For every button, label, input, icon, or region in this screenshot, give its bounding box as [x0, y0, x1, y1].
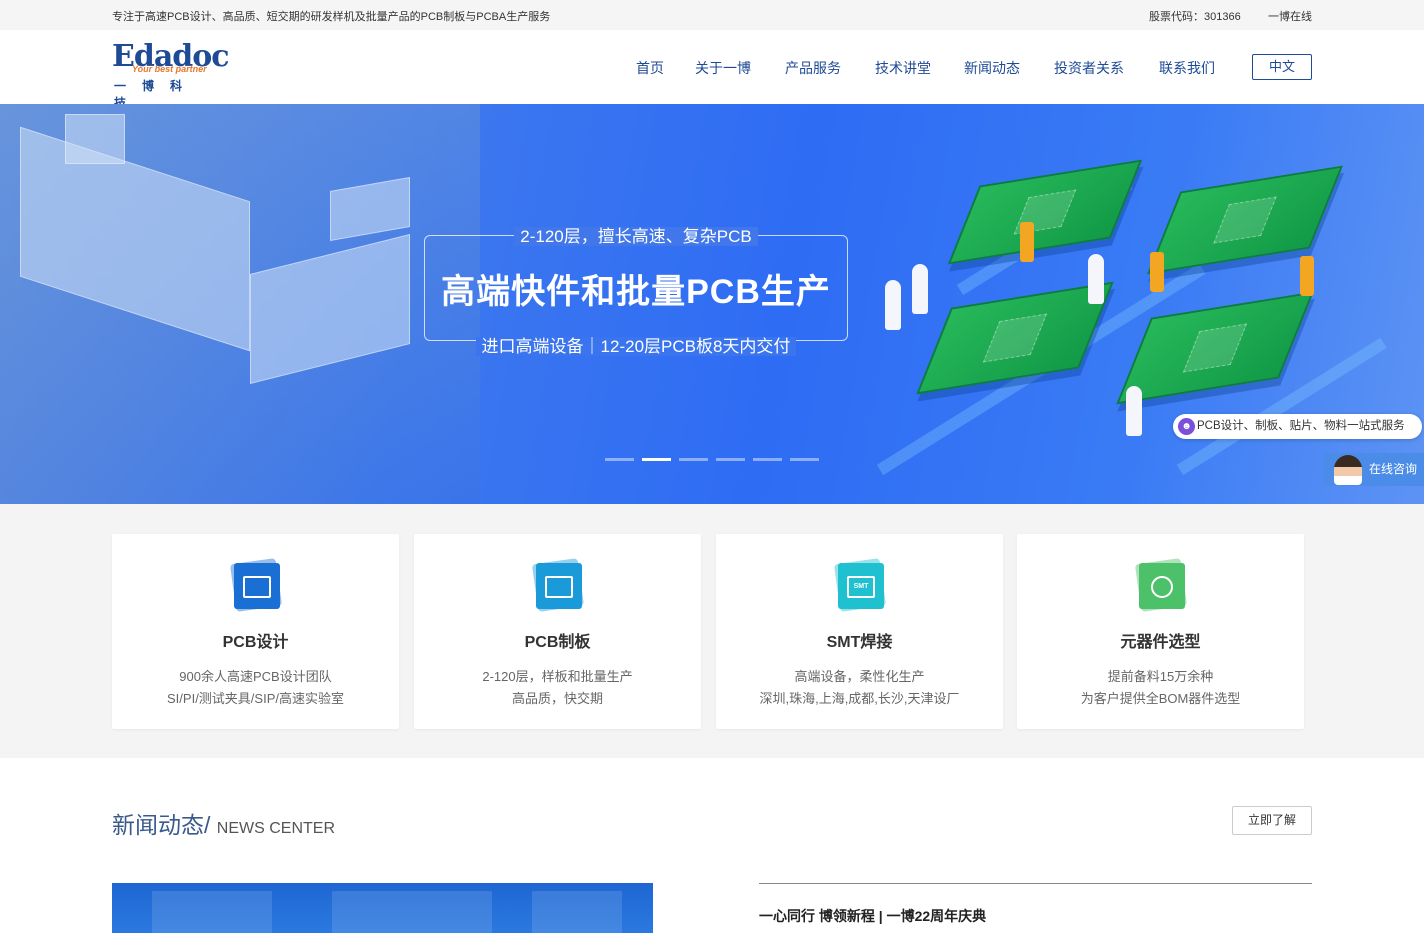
nav-about[interactable]: 关于一博 [695, 58, 751, 78]
pcb-board-graphic [916, 281, 1114, 395]
carousel-dot[interactable] [716, 458, 745, 461]
service-title: 元器件选型 [1120, 634, 1201, 651]
site-header: Edadoc Your best partner 一博科技 首页 关于一博 产品… [0, 30, 1424, 111]
hero-title: 高端快件和批量PCB生产 [441, 273, 831, 311]
nav-tech[interactable]: 技术讲堂 [875, 58, 931, 78]
service-card-smt[interactable]: SMT SMT焊接 高端设备，柔性化生产 深圳,珠海,上海,成都,长沙,天津设厂 [716, 534, 1003, 729]
language-button[interactable]: 中文 [1252, 54, 1312, 80]
worker-figure [885, 280, 901, 330]
site-logo[interactable]: Edadoc Your best partner 一博科技 [112, 42, 230, 111]
news-title-cn: 新闻动态/ [112, 812, 211, 838]
hero-subtitle-bottom: 进口高端设备｜12-20层PCB板8天内交付 [424, 332, 848, 357]
carousel-dot[interactable] [790, 458, 819, 461]
consult-label: 在线咨询 [1369, 462, 1418, 476]
news-section-title: 新闻动态/ NEWS CENTER [112, 806, 335, 840]
news-feature-image[interactable] [112, 883, 653, 933]
service-pill-label: PCB设计、制板、贴片、物料一站式服务 [1197, 420, 1405, 432]
online-consult-button[interactable]: 在线咨询 [1324, 453, 1424, 486]
service-desc: 900余人高速PCB设计团队 [179, 669, 332, 684]
nav-products[interactable]: 产品服务 [785, 58, 841, 78]
hero-subtitle-top: 2-120层，擅长高速、复杂PCB [424, 222, 848, 247]
circuit-board-icon [531, 558, 585, 612]
worker-figure [1088, 254, 1104, 304]
online-link[interactable]: 一博在线 [1268, 8, 1312, 24]
factory-illustration [0, 104, 480, 504]
news-title-en: NEWS CENTER [216, 820, 336, 837]
service-card-components[interactable]: 元器件选型 提前备料15万余种 为客户提供全BOM器件选型 [1017, 534, 1304, 729]
hero-banner[interactable]: 2-120层，擅长高速、复杂PCB 高端快件和批量PCB生产 进口高端设备｜12… [0, 104, 1424, 504]
worker-figure [1126, 386, 1142, 436]
robot-arm-graphic [1300, 256, 1314, 296]
service-desc: 2-120层，样板和批量生产 [482, 669, 633, 684]
services-section: PCB设计 900余人高速PCB设计团队 SI/PI/测试夹具/SIP/高速实验… [0, 504, 1424, 758]
service-desc: SI/PI/测试夹具/SIP/高速实验室 [167, 691, 344, 706]
pcb-board-graphic [947, 159, 1143, 265]
service-card-pcb-design[interactable]: PCB设计 900余人高速PCB设计团队 SI/PI/测试夹具/SIP/高速实验… [112, 534, 399, 729]
service-title: SMT焊接 [826, 634, 893, 651]
one-stop-service-pill[interactable]: ☻ PCB设计、制板、贴片、物料一站式服务 [1173, 414, 1422, 439]
carousel-dot[interactable] [679, 458, 708, 461]
service-desc: 提前备料15万余种 [1107, 669, 1214, 684]
service-title: PCB制板 [524, 634, 591, 651]
monitor-circuit-icon [229, 558, 283, 612]
robot-arm-graphic [1020, 222, 1034, 262]
worker-figure [912, 264, 928, 314]
agent-avatar [1334, 455, 1362, 485]
nav-home[interactable]: 首页 [636, 58, 664, 78]
component-reel-icon [1134, 558, 1188, 612]
service-desc: 高端设备，柔性化生产 [794, 669, 925, 684]
site-slogan: 专注于高速PCB设计、高品质、短交期的研发样机及批量产品的PCB制板与PCBA生… [112, 11, 551, 23]
service-title: PCB设计 [222, 634, 289, 651]
robot-arm-graphic [1150, 252, 1164, 292]
logo-tagline: Your best partner [132, 64, 207, 74]
learn-more-button[interactable]: 立即了解 [1232, 806, 1312, 835]
nav-contact[interactable]: 联系我们 [1159, 58, 1215, 78]
service-desc: 高品质，快交期 [511, 691, 603, 706]
chat-icon: ☻ [1178, 418, 1195, 435]
service-desc: 为客户提供全BOM器件选型 [1080, 691, 1241, 706]
service-card-pcb-fab[interactable]: PCB制板 2-120层，样板和批量生产 高品质，快交期 [414, 534, 701, 729]
carousel-dot-active[interactable] [642, 458, 671, 461]
carousel-dot[interactable] [753, 458, 782, 461]
nav-investors[interactable]: 投资者关系 [1054, 58, 1124, 78]
service-desc: 深圳,珠海,上海,成都,长沙,天津设厂 [759, 691, 960, 706]
top-bar: 专注于高速PCB设计、高品质、短交期的研发样机及批量产品的PCB制板与PCBA生… [0, 0, 1424, 30]
news-divider [759, 883, 1312, 884]
carousel-dot[interactable] [605, 458, 634, 461]
smt-chip-icon: SMT [833, 558, 887, 612]
news-headline-link[interactable]: 一心同行 博领新程 | 一博22周年庆典 [759, 906, 986, 926]
nav-news[interactable]: 新闻动态 [964, 58, 1020, 78]
stock-code: 股票代码：301366 [1149, 11, 1241, 23]
